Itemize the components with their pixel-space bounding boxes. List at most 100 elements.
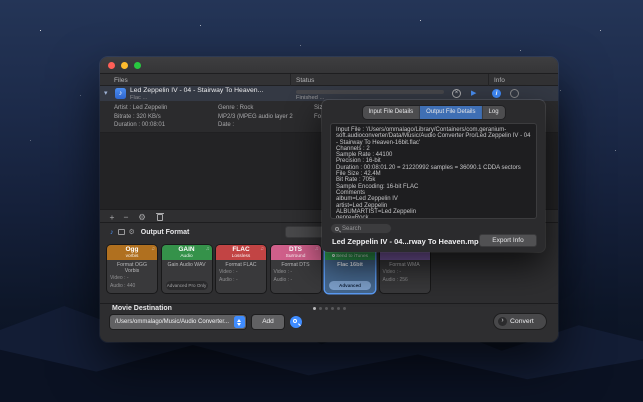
add-destination-button[interactable]: Add — [252, 315, 284, 329]
format-card-dts[interactable]: ♫ DTS Surround Format DTS Video : - Audi… — [271, 245, 321, 293]
audio-category-icon[interactable]: ♪ — [110, 229, 114, 236]
format-body-label: Format FLAC — [219, 262, 263, 268]
reveal-in-finder-button[interactable] — [290, 316, 302, 328]
format-card-wma[interactable]: ♫ WMA Format WMA Video : - Audio : 256 — [380, 245, 430, 293]
format-card-gain-audio[interactable]: ♫ GAIN Audio Gain Audio WAV Advanced Pro… — [162, 245, 212, 293]
file-title: Led Zeppelin IV - 04 - Stairway To Heave… — [130, 87, 263, 94]
window-titlebar[interactable] — [100, 57, 558, 74]
detail-line: MP2/3 (MPEG audio layer 2 — [218, 113, 293, 122]
remove-file-button[interactable]: − — [120, 211, 132, 223]
format-body-label: Format DTS — [274, 262, 318, 268]
info-line: genre=Rock — [336, 215, 531, 219]
destination-label: Movie Destination — [112, 305, 172, 312]
zoom-button[interactable] — [134, 62, 141, 69]
format-body-label: Gain Audio WAV — [165, 262, 209, 268]
convert-label: Convert — [510, 318, 534, 325]
detail-line: Duration : 00:08:01 — [114, 121, 167, 130]
video-bitrate: Video : - — [383, 269, 427, 276]
export-info-button[interactable]: Export Info — [479, 234, 537, 247]
tab-output-file-details[interactable]: Output File Details — [419, 106, 481, 119]
music-note-icon: ♫ — [151, 246, 155, 252]
trash-button[interactable] — [157, 214, 163, 221]
minimize-button[interactable] — [121, 62, 128, 69]
card-body: Format DTS Video : - Audio : - — [271, 260, 321, 293]
close-button[interactable] — [108, 62, 115, 69]
page-dot[interactable] — [325, 307, 328, 310]
format-settings-icon[interactable]: ⚙ — [129, 228, 135, 236]
panel-tabs: Input File Details Output File Details L… — [362, 106, 504, 119]
format-subtitle: Audio — [162, 254, 212, 260]
output-format-header: ♪ ⚙ Output Format — [110, 226, 189, 238]
convert-button[interactable]: › Convert — [494, 314, 546, 329]
card-body: Gain Audio WAV Advanced Pro Only — [162, 260, 212, 293]
audio-bitrate: Audio : 440 — [110, 283, 154, 290]
advanced-button[interactable]: Advanced — [329, 281, 371, 290]
info-icon[interactable]: i — [492, 89, 501, 98]
chevron-right-icon: › — [498, 317, 507, 326]
settings-button[interactable]: ⚙ — [136, 211, 148, 223]
format-card-flac[interactable]: ♫ FLAC Lossless Format FLAC Video : - Au… — [216, 245, 266, 293]
destination-select[interactable]: /Users/ommalago/Music/Audio Converter... — [110, 315, 246, 329]
video-category-icon[interactable] — [118, 229, 125, 235]
music-note-icon: ♫ — [260, 246, 264, 252]
stars-decoration — [0, 0, 1, 1]
card-header: ♫ Ogg vorbis — [107, 245, 157, 260]
tab-input-file-details[interactable]: Input File Details — [362, 106, 419, 119]
page-dot[interactable] — [343, 307, 346, 310]
search-input[interactable]: Search — [330, 223, 392, 234]
audio-file-icon: ♪ — [115, 88, 126, 99]
format-title: Ogg — [107, 246, 157, 254]
column-files: Files — [114, 77, 128, 84]
table-header: Files Status Info — [100, 74, 558, 86]
format-title: FLAC — [216, 246, 266, 254]
format-card-ogg-vorbis[interactable]: ♫ Ogg vorbis Format OGG Vorbis Video : -… — [107, 245, 157, 293]
play-icon[interactable]: ▶ — [471, 89, 476, 97]
detail-line: Genre : Rock — [218, 104, 293, 113]
table-row[interactable]: ▾ ♪ Led Zeppelin IV - 04 - Stairway To H… — [100, 86, 558, 101]
format-title: DTS — [271, 246, 321, 254]
advanced-pro-only-button[interactable]: Advanced Pro Only — [166, 281, 208, 290]
quicklook-icon[interactable] — [510, 89, 519, 98]
add-file-button[interactable]: + — [106, 211, 118, 223]
format-body-label: Format WMA — [383, 262, 427, 268]
page-dot[interactable] — [319, 307, 322, 310]
search-icon — [335, 227, 339, 231]
disclosure-triangle-icon[interactable]: ▾ — [104, 89, 108, 97]
audio-bitrate: Audio : - — [274, 277, 318, 284]
details-column-1: Artist : Led ZeppelinBitrate : 320 KB/sD… — [114, 104, 167, 130]
card-body: Format FLAC Video : - Audio : - — [216, 260, 266, 293]
cancel-icon[interactable]: × — [452, 89, 461, 98]
magnifier-icon — [293, 319, 297, 323]
search-placeholder: Search — [342, 226, 361, 232]
page-dot[interactable] — [313, 307, 316, 310]
format-cards-row: ♫ Ogg vorbis Format OGG Vorbis Video : -… — [107, 245, 430, 293]
detail-line: Date : — [218, 121, 293, 130]
details-column-2: Genre : RockMP2/3 (MPEG audio layer 2Dat… — [218, 104, 293, 130]
page-dot[interactable] — [337, 307, 340, 310]
section-divider — [100, 303, 558, 304]
destination-path: /Users/ommalago/Music/Audio Converter... — [115, 319, 229, 325]
file-subtitle: Flac ... — [130, 95, 147, 101]
card-body: Flac 16bit Advanced — [325, 260, 375, 293]
card-header: ♫ GAIN Audio — [162, 245, 212, 260]
format-body-label: Format OGG Vorbis — [110, 262, 154, 274]
video-bitrate: Video : - — [110, 275, 154, 282]
output-format-label: Output Format — [141, 229, 190, 236]
video-bitrate: Video : - — [219, 269, 263, 276]
card-body: Format WMA Video : - Audio : 256 — [380, 260, 430, 293]
column-divider — [290, 74, 291, 86]
info-panel: Input File Details Output File Details L… — [322, 100, 545, 252]
music-note-icon: ♫ — [315, 246, 319, 252]
tab-log[interactable]: Log — [482, 106, 505, 119]
stepper-icon — [234, 316, 245, 328]
detail-line: Bitrate : 320 KB/s — [114, 113, 167, 122]
file-info-text: Input File : '/Users/ommalago/Library/Co… — [330, 123, 537, 219]
progress-bar — [296, 90, 444, 94]
audio-bitrate: Audio : 256 — [383, 277, 427, 284]
page-dot[interactable] — [331, 307, 334, 310]
format-subtitle: vorbis — [107, 254, 157, 260]
column-divider — [488, 74, 489, 86]
send-to-itunes-label: Send to iTunes — [336, 254, 368, 259]
card-header: ♫ FLAC Lossless — [216, 245, 266, 260]
format-card-pro-selected[interactable]: ♫ PRO Send to iTunes Flac 16bit Advanced — [325, 245, 375, 293]
